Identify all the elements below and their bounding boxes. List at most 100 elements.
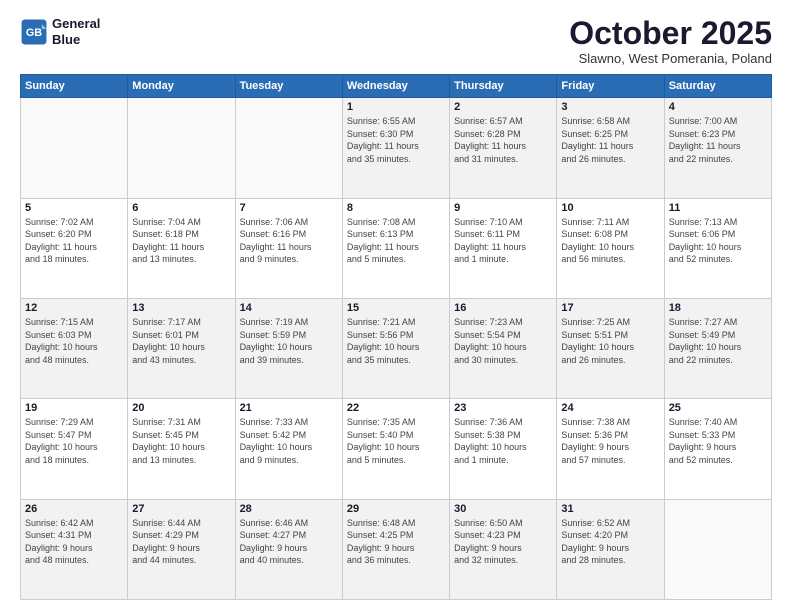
day-number: 28	[240, 503, 338, 515]
logo-icon: GB	[20, 18, 48, 46]
table-row: 31Sunrise: 6:52 AM Sunset: 4:20 PM Dayli…	[557, 499, 664, 599]
day-number: 10	[561, 202, 659, 214]
table-row	[664, 499, 771, 599]
table-row	[21, 98, 128, 198]
table-row: 4 Sunrise: 7:00 AM Sunset: 6:23 PM Daylig…	[664, 98, 771, 198]
calendar-week-row: 12 Sunrise: 7:15 AM Sunset: 6:03 PM Dayli…	[21, 298, 772, 398]
table-row: 30Sunrise: 6:50 AM Sunset: 4:23 PM Dayli…	[450, 499, 557, 599]
col-tuesday: Tuesday	[235, 75, 342, 98]
table-row: 5Sunrise: 7:02 AM Sunset: 6:20 PM Daylig…	[21, 198, 128, 298]
day-info: Sunrise: 7:27 AM Sunset: 5:49 PM Dayligh…	[669, 316, 767, 366]
logo: GB General Blue	[20, 16, 100, 47]
table-row: 13 Sunrise: 7:17 AM Sunset: 6:01 PM Dayli…	[128, 298, 235, 398]
logo-line1: General	[52, 16, 100, 32]
day-number: 2	[454, 101, 552, 113]
page: GB General Blue October 2025 Slawno, Wes…	[0, 0, 792, 612]
table-row: 18 Sunrise: 7:27 AM Sunset: 5:49 PM Dayli…	[664, 298, 771, 398]
day-info: Sunrise: 7:19 AM Sunset: 5:59 PM Dayligh…	[240, 316, 338, 366]
day-number: 25	[669, 402, 767, 414]
table-row: 6 Sunrise: 7:04 AM Sunset: 6:18 PM Daylig…	[128, 198, 235, 298]
calendar-week-row: 1 Sunrise: 6:55 AM Sunset: 6:30 PM Daylig…	[21, 98, 772, 198]
day-info: Sunrise: 7:36 AM Sunset: 5:38 PM Dayligh…	[454, 416, 552, 466]
calendar-week-row: 26 Sunrise: 6:42 AM Sunset: 4:31 PM Dayli…	[21, 499, 772, 599]
logo-text: General Blue	[52, 16, 100, 47]
calendar-week-row: 5Sunrise: 7:02 AM Sunset: 6:20 PM Daylig…	[21, 198, 772, 298]
day-info: Sunrise: 7:04 AM Sunset: 6:18 PM Dayligh…	[132, 216, 230, 266]
table-row: 9 Sunrise: 7:10 AM Sunset: 6:11 PM Daylig…	[450, 198, 557, 298]
table-row: 17 Sunrise: 7:25 AM Sunset: 5:51 PM Dayli…	[557, 298, 664, 398]
table-row: 3 Sunrise: 6:58 AM Sunset: 6:25 PM Daylig…	[557, 98, 664, 198]
table-row: 27 Sunrise: 6:44 AM Sunset: 4:29 PM Dayli…	[128, 499, 235, 599]
table-row: 12 Sunrise: 7:15 AM Sunset: 6:03 PM Dayli…	[21, 298, 128, 398]
day-info: Sunrise: 7:23 AM Sunset: 5:54 PM Dayligh…	[454, 316, 552, 366]
col-wednesday: Wednesday	[342, 75, 449, 98]
day-number: 6	[132, 202, 230, 214]
day-number: 23	[454, 402, 552, 414]
day-number: 17	[561, 302, 659, 314]
table-row	[128, 98, 235, 198]
day-number: 27	[132, 503, 230, 515]
day-number: 29	[347, 503, 445, 515]
col-friday: Friday	[557, 75, 664, 98]
day-number: 16	[454, 302, 552, 314]
table-row: 19Sunrise: 7:29 AM Sunset: 5:47 PM Dayli…	[21, 399, 128, 499]
day-info: Sunrise: 6:55 AM Sunset: 6:30 PM Dayligh…	[347, 115, 445, 165]
day-info: Sunrise: 6:58 AM Sunset: 6:25 PM Dayligh…	[561, 115, 659, 165]
day-number: 18	[669, 302, 767, 314]
day-info: Sunrise: 7:40 AM Sunset: 5:33 PM Dayligh…	[669, 416, 767, 466]
day-number: 11	[669, 202, 767, 214]
table-row: 10Sunrise: 7:11 AM Sunset: 6:08 PM Dayli…	[557, 198, 664, 298]
day-info: Sunrise: 7:13 AM Sunset: 6:06 PM Dayligh…	[669, 216, 767, 266]
day-number: 1	[347, 101, 445, 113]
svg-text:GB: GB	[26, 26, 42, 38]
calendar-week-row: 19Sunrise: 7:29 AM Sunset: 5:47 PM Dayli…	[21, 399, 772, 499]
day-info: Sunrise: 7:15 AM Sunset: 6:03 PM Dayligh…	[25, 316, 123, 366]
day-number: 26	[25, 503, 123, 515]
col-saturday: Saturday	[664, 75, 771, 98]
table-row: 29 Sunrise: 6:48 AM Sunset: 4:25 PM Dayli…	[342, 499, 449, 599]
logo-line2: Blue	[52, 32, 100, 48]
day-info: Sunrise: 6:42 AM Sunset: 4:31 PM Dayligh…	[25, 517, 123, 567]
day-number: 20	[132, 402, 230, 414]
table-row: 2Sunrise: 6:57 AM Sunset: 6:28 PM Daylig…	[450, 98, 557, 198]
table-row: 20 Sunrise: 7:31 AM Sunset: 5:45 PM Dayli…	[128, 399, 235, 499]
day-info: Sunrise: 7:35 AM Sunset: 5:40 PM Dayligh…	[347, 416, 445, 466]
day-info: Sunrise: 7:06 AM Sunset: 6:16 PM Dayligh…	[240, 216, 338, 266]
day-info: Sunrise: 7:29 AM Sunset: 5:47 PM Dayligh…	[25, 416, 123, 466]
day-number: 24	[561, 402, 659, 414]
day-info: Sunrise: 7:31 AM Sunset: 5:45 PM Dayligh…	[132, 416, 230, 466]
day-number: 30	[454, 503, 552, 515]
day-number: 14	[240, 302, 338, 314]
calendar-table: Sunday Monday Tuesday Wednesday Thursday…	[20, 74, 772, 600]
day-info: Sunrise: 6:44 AM Sunset: 4:29 PM Dayligh…	[132, 517, 230, 567]
day-info: Sunrise: 7:00 AM Sunset: 6:23 PM Dayligh…	[669, 115, 767, 165]
day-number: 4	[669, 101, 767, 113]
day-info: Sunrise: 7:10 AM Sunset: 6:11 PM Dayligh…	[454, 216, 552, 266]
day-number: 3	[561, 101, 659, 113]
day-info: Sunrise: 7:21 AM Sunset: 5:56 PM Dayligh…	[347, 316, 445, 366]
day-info: Sunrise: 6:46 AM Sunset: 4:27 PM Dayligh…	[240, 517, 338, 567]
day-number: 13	[132, 302, 230, 314]
title-block: October 2025 Slawno, West Pomerania, Pol…	[569, 16, 772, 66]
calendar-header-row: Sunday Monday Tuesday Wednesday Thursday…	[21, 75, 772, 98]
table-row: 24 Sunrise: 7:38 AM Sunset: 5:36 PM Dayli…	[557, 399, 664, 499]
day-info: Sunrise: 7:08 AM Sunset: 6:13 PM Dayligh…	[347, 216, 445, 266]
day-number: 5	[25, 202, 123, 214]
day-number: 7	[240, 202, 338, 214]
table-row: 22Sunrise: 7:35 AM Sunset: 5:40 PM Dayli…	[342, 399, 449, 499]
table-row: 7 Sunrise: 7:06 AM Sunset: 6:16 PM Daylig…	[235, 198, 342, 298]
col-monday: Monday	[128, 75, 235, 98]
day-info: Sunrise: 7:33 AM Sunset: 5:42 PM Dayligh…	[240, 416, 338, 466]
table-row: 15 Sunrise: 7:21 AM Sunset: 5:56 PM Dayli…	[342, 298, 449, 398]
day-number: 31	[561, 503, 659, 515]
day-number: 15	[347, 302, 445, 314]
day-number: 9	[454, 202, 552, 214]
day-info: Sunrise: 6:48 AM Sunset: 4:25 PM Dayligh…	[347, 517, 445, 567]
day-number: 12	[25, 302, 123, 314]
table-row: 25 Sunrise: 7:40 AM Sunset: 5:33 PM Dayli…	[664, 399, 771, 499]
table-row: 28 Sunrise: 6:46 AM Sunset: 4:27 PM Dayli…	[235, 499, 342, 599]
day-info: Sunrise: 7:17 AM Sunset: 6:01 PM Dayligh…	[132, 316, 230, 366]
month-title: October 2025	[569, 16, 772, 51]
day-info: Sunrise: 7:38 AM Sunset: 5:36 PM Dayligh…	[561, 416, 659, 466]
day-info: Sunrise: 7:25 AM Sunset: 5:51 PM Dayligh…	[561, 316, 659, 366]
